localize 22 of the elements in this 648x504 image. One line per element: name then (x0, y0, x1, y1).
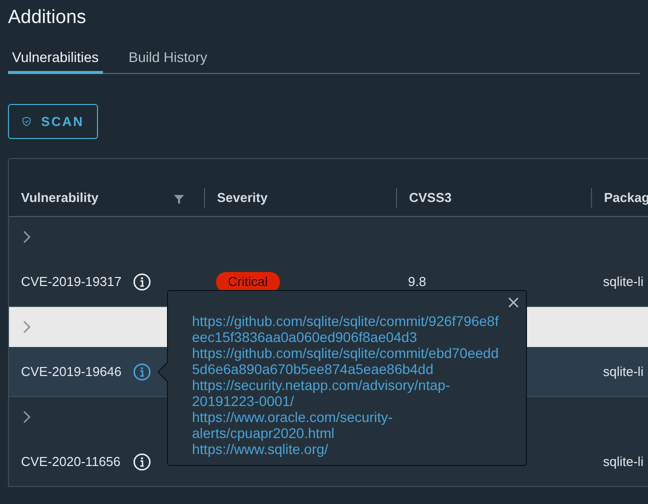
chevron-right-icon[interactable] (22, 410, 32, 424)
column-header[interactable]: CVSS3 (409, 188, 452, 208)
shield-check-icon (22, 114, 32, 129)
package-name: sqlite-li (603, 364, 644, 379)
filter-icon[interactable] (174, 194, 184, 204)
column-header[interactable]: Severity (217, 188, 268, 208)
close-icon (508, 296, 518, 308)
package-name: sqlite-li (603, 274, 644, 289)
cve-id: CVE-2019-19317 (21, 272, 122, 291)
scan-button[interactable]: SCAN (8, 104, 98, 139)
reference-link[interactable]: https://www.sqlite.org/ (192, 441, 502, 457)
cve-id: CVE-2019-19646 (21, 362, 122, 381)
close-button[interactable] (506, 295, 520, 309)
tab[interactable]: Build History (124, 44, 212, 74)
cvss-score: 9.8 (408, 274, 426, 289)
column-header[interactable]: Vulnerability (21, 188, 99, 208)
severity-badge: Critical (216, 272, 280, 292)
package-name: sqlite-li (603, 454, 644, 469)
chevron-right-icon[interactable] (22, 230, 32, 244)
cve-id: CVE-2020-11656 (21, 452, 120, 471)
tab[interactable]: Vulnerabilities (8, 44, 103, 74)
page-title: Additions (8, 6, 88, 30)
